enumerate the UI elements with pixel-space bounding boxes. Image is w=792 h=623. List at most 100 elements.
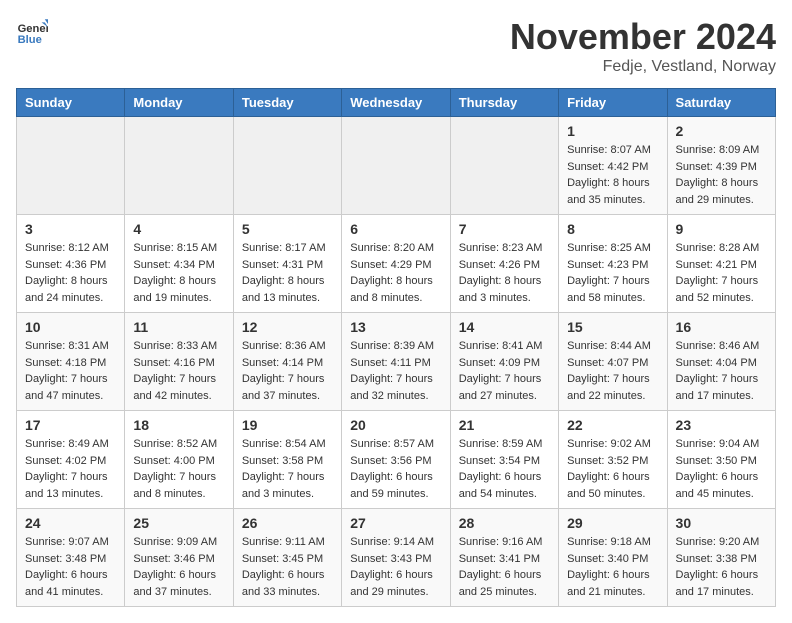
- day-info: Sunrise: 8:46 AM Sunset: 4:04 PM Dayligh…: [676, 338, 767, 404]
- day-number: 27: [350, 515, 441, 531]
- day-number: 7: [459, 221, 550, 237]
- calendar-cell: 5 Sunrise: 8:17 AM Sunset: 4:31 PM Daylig…: [233, 215, 341, 313]
- day-number: 2: [676, 123, 767, 139]
- svg-text:Blue: Blue: [18, 34, 42, 46]
- calendar-cell: 21Sunrise: 8:59 AM Sunset: 3:54 PM Dayli…: [450, 411, 558, 509]
- day-number: 18: [133, 417, 224, 433]
- day-number: 22: [567, 417, 658, 433]
- day-info: Sunrise: 8:17 AM Sunset: 4:31 PM Dayligh…: [242, 240, 333, 306]
- calendar-cell: [125, 117, 233, 215]
- day-info: Sunrise: 9:09 AM Sunset: 3:46 PM Dayligh…: [133, 534, 224, 600]
- weekday-header-saturday: Saturday: [667, 89, 775, 117]
- calendar-cell: 29 Sunrise: 9:18 AM Sunset: 3:40 PM Dayli…: [559, 509, 667, 607]
- weekday-header-wednesday: Wednesday: [342, 89, 450, 117]
- day-info: Sunrise: 8:41 AM Sunset: 4:09 PM Dayligh…: [459, 338, 550, 404]
- day-info: Sunrise: 8:39 AM Sunset: 4:11 PM Dayligh…: [350, 338, 441, 404]
- calendar-cell: 24 Sunrise: 9:07 AM Sunset: 3:48 PM Dayli…: [17, 509, 125, 607]
- calendar-cell: 7 Sunrise: 8:23 AM Sunset: 4:26 PM Daylig…: [450, 215, 558, 313]
- day-number: 3: [25, 221, 116, 237]
- day-number: 29: [567, 515, 658, 531]
- calendar-cell: [233, 117, 341, 215]
- day-info: Sunrise: 8:07 AM Sunset: 4:42 PM Dayligh…: [567, 142, 658, 208]
- day-info: Sunrise: 8:54 AM Sunset: 3:58 PM Dayligh…: [242, 436, 333, 502]
- calendar-cell: 18Sunrise: 8:52 AM Sunset: 4:00 PM Dayli…: [125, 411, 233, 509]
- calendar-cell: 13 Sunrise: 8:39 AM Sunset: 4:11 PM Dayli…: [342, 313, 450, 411]
- calendar-table: SundayMondayTuesdayWednesdayThursdayFrid…: [16, 88, 776, 607]
- weekday-header-thursday: Thursday: [450, 89, 558, 117]
- calendar-cell: 12 Sunrise: 8:36 AM Sunset: 4:14 PM Dayli…: [233, 313, 341, 411]
- weekday-header-sunday: Sunday: [17, 89, 125, 117]
- calendar-title: November 2024: [510, 16, 776, 58]
- calendar-cell: 23Sunrise: 9:04 AM Sunset: 3:50 PM Dayli…: [667, 411, 775, 509]
- day-info: Sunrise: 9:04 AM Sunset: 3:50 PM Dayligh…: [676, 436, 767, 502]
- day-number: 9: [676, 221, 767, 237]
- calendar-cell: 15 Sunrise: 8:44 AM Sunset: 4:07 PM Dayli…: [559, 313, 667, 411]
- day-info: Sunrise: 8:15 AM Sunset: 4:34 PM Dayligh…: [133, 240, 224, 306]
- day-info: Sunrise: 9:02 AM Sunset: 3:52 PM Dayligh…: [567, 436, 658, 502]
- calendar-cell: [17, 117, 125, 215]
- weekday-header-tuesday: Tuesday: [233, 89, 341, 117]
- day-info: Sunrise: 8:49 AM Sunset: 4:02 PM Dayligh…: [25, 436, 116, 502]
- calendar-cell: 8Sunrise: 8:25 AM Sunset: 4:23 PM Daylig…: [559, 215, 667, 313]
- day-info: Sunrise: 8:44 AM Sunset: 4:07 PM Dayligh…: [567, 338, 658, 404]
- day-info: Sunrise: 9:16 AM Sunset: 3:41 PM Dayligh…: [459, 534, 550, 600]
- weekday-header-row: SundayMondayTuesdayWednesdayThursdayFrid…: [17, 89, 776, 117]
- calendar-cell: [342, 117, 450, 215]
- week-row-2: 3 Sunrise: 8:12 AM Sunset: 4:36 PM Daylig…: [17, 215, 776, 313]
- day-info: Sunrise: 8:09 AM Sunset: 4:39 PM Dayligh…: [676, 142, 767, 208]
- day-number: 30: [676, 515, 767, 531]
- logo: General Blue: [16, 16, 48, 48]
- calendar-cell: 28 Sunrise: 9:16 AM Sunset: 3:41 PM Dayli…: [450, 509, 558, 607]
- calendar-cell: 2 Sunrise: 8:09 AM Sunset: 4:39 PM Daylig…: [667, 117, 775, 215]
- svg-text:General: General: [18, 23, 48, 35]
- week-row-5: 24 Sunrise: 9:07 AM Sunset: 3:48 PM Dayli…: [17, 509, 776, 607]
- day-info: Sunrise: 9:11 AM Sunset: 3:45 PM Dayligh…: [242, 534, 333, 600]
- calendar-cell: 17Sunrise: 8:49 AM Sunset: 4:02 PM Dayli…: [17, 411, 125, 509]
- day-info: Sunrise: 9:07 AM Sunset: 3:48 PM Dayligh…: [25, 534, 116, 600]
- day-number: 11: [133, 319, 224, 335]
- calendar-cell: 22 Sunrise: 9:02 AM Sunset: 3:52 PM Dayli…: [559, 411, 667, 509]
- calendar-cell: 19 Sunrise: 8:54 AM Sunset: 3:58 PM Dayli…: [233, 411, 341, 509]
- calendar-cell: [450, 117, 558, 215]
- day-number: 8: [567, 221, 658, 237]
- calendar-cell: 10 Sunrise: 8:31 AM Sunset: 4:18 PM Dayli…: [17, 313, 125, 411]
- day-info: Sunrise: 8:28 AM Sunset: 4:21 PM Dayligh…: [676, 240, 767, 306]
- calendar-cell: 9 Sunrise: 8:28 AM Sunset: 4:21 PM Daylig…: [667, 215, 775, 313]
- day-number: 12: [242, 319, 333, 335]
- day-info: Sunrise: 9:14 AM Sunset: 3:43 PM Dayligh…: [350, 534, 441, 600]
- day-number: 1: [567, 123, 658, 139]
- calendar-cell: 1 Sunrise: 8:07 AM Sunset: 4:42 PM Daylig…: [559, 117, 667, 215]
- day-number: 26: [242, 515, 333, 531]
- day-info: Sunrise: 8:12 AM Sunset: 4:36 PM Dayligh…: [25, 240, 116, 306]
- week-row-4: 17Sunrise: 8:49 AM Sunset: 4:02 PM Dayli…: [17, 411, 776, 509]
- weekday-header-monday: Monday: [125, 89, 233, 117]
- calendar-cell: 25 Sunrise: 9:09 AM Sunset: 3:46 PM Dayli…: [125, 509, 233, 607]
- calendar-cell: 30 Sunrise: 9:20 AM Sunset: 3:38 PM Dayli…: [667, 509, 775, 607]
- day-number: 4: [133, 221, 224, 237]
- day-info: Sunrise: 8:36 AM Sunset: 4:14 PM Dayligh…: [242, 338, 333, 404]
- title-area: November 2024 Fedje, Vestland, Norway: [510, 16, 776, 76]
- calendar-header: General Blue November 2024 Fedje, Vestla…: [16, 16, 776, 76]
- day-info: Sunrise: 9:18 AM Sunset: 3:40 PM Dayligh…: [567, 534, 658, 600]
- day-number: 6: [350, 221, 441, 237]
- calendar-cell: 27 Sunrise: 9:14 AM Sunset: 3:43 PM Dayli…: [342, 509, 450, 607]
- day-number: 5: [242, 221, 333, 237]
- day-number: 16: [676, 319, 767, 335]
- day-number: 15: [567, 319, 658, 335]
- day-number: 19: [242, 417, 333, 433]
- calendar-subtitle: Fedje, Vestland, Norway: [510, 58, 776, 76]
- day-number: 25: [133, 515, 224, 531]
- day-number: 24: [25, 515, 116, 531]
- day-number: 13: [350, 319, 441, 335]
- day-info: Sunrise: 8:31 AM Sunset: 4:18 PM Dayligh…: [25, 338, 116, 404]
- day-number: 28: [459, 515, 550, 531]
- day-info: Sunrise: 8:23 AM Sunset: 4:26 PM Dayligh…: [459, 240, 550, 306]
- week-row-1: 1 Sunrise: 8:07 AM Sunset: 4:42 PM Daylig…: [17, 117, 776, 215]
- weekday-header-friday: Friday: [559, 89, 667, 117]
- calendar-cell: 26 Sunrise: 9:11 AM Sunset: 3:45 PM Dayli…: [233, 509, 341, 607]
- day-number: 10: [25, 319, 116, 335]
- day-info: Sunrise: 9:20 AM Sunset: 3:38 PM Dayligh…: [676, 534, 767, 600]
- calendar-cell: 16 Sunrise: 8:46 AM Sunset: 4:04 PM Dayli…: [667, 313, 775, 411]
- day-info: Sunrise: 8:57 AM Sunset: 3:56 PM Dayligh…: [350, 436, 441, 502]
- calendar-cell: 6Sunrise: 8:20 AM Sunset: 4:29 PM Daylig…: [342, 215, 450, 313]
